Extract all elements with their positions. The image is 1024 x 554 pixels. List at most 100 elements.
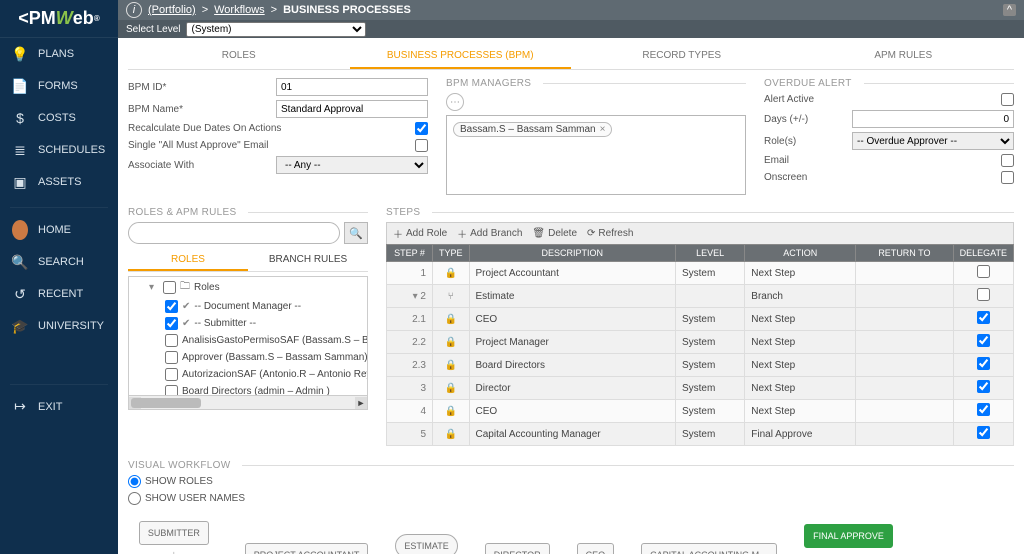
nav-forms[interactable]: 📄FORMS bbox=[0, 70, 118, 102]
nav-schedules[interactable]: ≣SCHEDULES bbox=[0, 134, 118, 166]
add-role-button[interactable]: ＋Add Role bbox=[393, 226, 447, 241]
logo: <PMWeb® bbox=[0, 0, 118, 38]
col-header[interactable]: DESCRIPTION bbox=[469, 245, 675, 262]
tree-item[interactable]: AutorizacionSAF (Antonio.R – Antonio Rey… bbox=[129, 366, 367, 383]
info-icon[interactable]: i bbox=[126, 2, 142, 18]
tab-apm-rules[interactable]: APM RULES bbox=[793, 42, 1015, 69]
nav-costs[interactable]: $COSTS bbox=[0, 102, 118, 134]
subtab-branch-rules[interactable]: BRANCH RULES bbox=[248, 250, 368, 271]
delegate-checkbox[interactable] bbox=[977, 403, 990, 416]
add-branch-button[interactable]: ＋Add Branch bbox=[457, 226, 522, 241]
tab-record-types[interactable]: RECORD TYPES bbox=[571, 42, 793, 69]
col-header[interactable]: RETURN TO bbox=[856, 245, 953, 262]
node-final-approve[interactable]: FINAL APPROVE bbox=[804, 524, 893, 548]
alert-active-checkbox[interactable] bbox=[1001, 93, 1014, 106]
root-checkbox[interactable] bbox=[163, 281, 176, 294]
nav-home[interactable]: HOME bbox=[0, 214, 118, 246]
col-header[interactable]: STEP # bbox=[387, 245, 433, 262]
branch-icon: ⑂ bbox=[448, 291, 454, 302]
bpm-id-input[interactable] bbox=[276, 78, 428, 96]
alert-active-label: Alert Active bbox=[764, 94, 844, 105]
role-checkbox[interactable] bbox=[165, 300, 178, 313]
col-header[interactable]: ACTION bbox=[745, 245, 856, 262]
bpm-name-input[interactable] bbox=[276, 100, 428, 118]
tree-item[interactable]: Board Directors (admin – Admin ) bbox=[129, 383, 367, 396]
role-checkbox[interactable] bbox=[165, 334, 178, 347]
node-project-accountant[interactable]: PROJECT ACCOUNTANT bbox=[245, 543, 369, 554]
role-checkbox[interactable] bbox=[165, 317, 178, 330]
node-ceo[interactable]: CEO bbox=[577, 543, 615, 554]
nav-university[interactable]: 🎓UNIVERSITY bbox=[0, 310, 118, 342]
delegate-checkbox[interactable] bbox=[977, 380, 990, 393]
recalc-checkbox[interactable] bbox=[415, 122, 428, 135]
delegate-checkbox[interactable] bbox=[977, 288, 990, 301]
tree-item[interactable]: Approver (Bassam.S – Bassam Samman) bbox=[129, 349, 367, 366]
days-input[interactable] bbox=[852, 110, 1014, 128]
ovd-email-checkbox[interactable] bbox=[1001, 154, 1014, 167]
table-row[interactable]: 2.3🔒Board DirectorsSystemNext Step bbox=[387, 354, 1014, 377]
table-row[interactable]: 5🔒Capital Accounting ManagerSystemFinal … bbox=[387, 423, 1014, 446]
nav-exit[interactable]: ↦EXIT bbox=[0, 391, 118, 423]
tree-item[interactable]: ✔ -- Submitter -- bbox=[129, 315, 367, 332]
table-row[interactable]: 2.1🔒CEOSystemNext Step bbox=[387, 308, 1014, 331]
tree-item[interactable]: ✔ -- Document Manager -- bbox=[129, 298, 367, 315]
tab-business-processes-bpm-[interactable]: BUSINESS PROCESSES (BPM) bbox=[350, 42, 572, 69]
collapse-header-button[interactable]: ^ bbox=[1003, 4, 1016, 16]
delegate-checkbox[interactable] bbox=[977, 426, 990, 439]
role-checkbox[interactable] bbox=[165, 385, 178, 396]
breadcrumb-workflows[interactable]: Workflows bbox=[214, 4, 265, 16]
tree-root[interactable]: ▾ 🗀 Roles bbox=[129, 277, 367, 298]
nav-search[interactable]: 🔍SEARCH bbox=[0, 246, 118, 278]
table-row[interactable]: ▾ 2⑂EstimateBranch bbox=[387, 285, 1014, 308]
role-checkbox[interactable] bbox=[165, 351, 178, 364]
tree-scrollbar[interactable]: ◄ ► bbox=[128, 396, 368, 410]
delegate-checkbox[interactable] bbox=[977, 265, 990, 278]
search-button[interactable]: 🔍 bbox=[344, 222, 368, 244]
nav-plans[interactable]: 💡PLANS bbox=[0, 38, 118, 70]
roles-search-input[interactable] bbox=[128, 222, 340, 244]
ovd-onscreen-checkbox[interactable] bbox=[1001, 171, 1014, 184]
remove-tag-icon[interactable]: × bbox=[600, 124, 606, 135]
roles-tree[interactable]: ▾ 🗀 Roles ✔ -- Document Manager -- ✔ -- … bbox=[128, 276, 368, 396]
table-row[interactable]: 1🔒Project AccountantSystemNext Step bbox=[387, 262, 1014, 285]
single-approve-checkbox[interactable] bbox=[415, 139, 428, 152]
delete-button[interactable]: 🗑Delete bbox=[532, 228, 577, 239]
nav-recent[interactable]: ↺RECENT bbox=[0, 278, 118, 310]
roles-panel: ROLES & APM RULES 🔍 ROLESBRANCH RULES ▾ … bbox=[128, 207, 368, 446]
manager-tag[interactable]: Bassam.S – Bassam Samman× bbox=[453, 122, 612, 137]
scroll-right-icon[interactable]: ► bbox=[355, 397, 367, 409]
nav-assets[interactable]: ▣ASSETS bbox=[0, 166, 118, 198]
col-header[interactable]: DELEGATE bbox=[953, 245, 1013, 262]
roles-select[interactable]: -- Overdue Approver -- bbox=[852, 132, 1014, 150]
node-capital-accounting[interactable]: CAPITAL ACCOUNTING M… bbox=[641, 543, 777, 554]
scroll-thumb[interactable] bbox=[131, 398, 201, 408]
expand-icon[interactable]: ▾ bbox=[408, 291, 418, 302]
content: ROLESBUSINESS PROCESSES (BPM)RECORD TYPE… bbox=[118, 38, 1024, 554]
associate-select[interactable]: -- Any -- bbox=[276, 156, 428, 174]
show-roles-option[interactable]: SHOW ROLES bbox=[128, 475, 1014, 488]
tree-item[interactable]: AnalisisGastoPermisoSAF (Bassam.S – Bass… bbox=[129, 332, 367, 349]
subtab-roles[interactable]: ROLES bbox=[128, 250, 248, 271]
refresh-button[interactable]: ⟳Refresh bbox=[587, 228, 633, 239]
managers-tagbox[interactable]: Bassam.S – Bassam Samman× bbox=[446, 115, 746, 195]
col-header[interactable]: TYPE bbox=[433, 245, 470, 262]
breadcrumb-root[interactable]: (Portfolio) bbox=[148, 4, 196, 16]
table-row[interactable]: 2.2🔒Project ManagerSystemNext Step bbox=[387, 331, 1014, 354]
collapse-icon[interactable]: ▾ bbox=[149, 282, 159, 293]
node-estimate[interactable]: ESTIMATE bbox=[395, 534, 457, 554]
show-users-option[interactable]: SHOW USER NAMES bbox=[128, 492, 1014, 505]
node-director[interactable]: DIRECTOR bbox=[485, 543, 550, 554]
delegate-checkbox[interactable] bbox=[977, 311, 990, 324]
select-level[interactable]: (System) bbox=[186, 22, 366, 37]
managers-add-icon[interactable]: ⋯ bbox=[446, 93, 464, 111]
delegate-checkbox[interactable] bbox=[977, 334, 990, 347]
table-row[interactable]: 4🔒CEOSystemNext Step bbox=[387, 400, 1014, 423]
delegate-checkbox[interactable] bbox=[977, 357, 990, 370]
node-submitter[interactable]: SUBMITTER bbox=[139, 521, 209, 545]
ovd-onscreen-label: Onscreen bbox=[764, 172, 844, 183]
col-header[interactable]: LEVEL bbox=[675, 245, 744, 262]
tab-roles[interactable]: ROLES bbox=[128, 42, 350, 69]
table-row[interactable]: 3🔒DirectorSystemNext Step bbox=[387, 377, 1014, 400]
plans-icon: 💡 bbox=[12, 46, 28, 62]
role-checkbox[interactable] bbox=[165, 368, 178, 381]
